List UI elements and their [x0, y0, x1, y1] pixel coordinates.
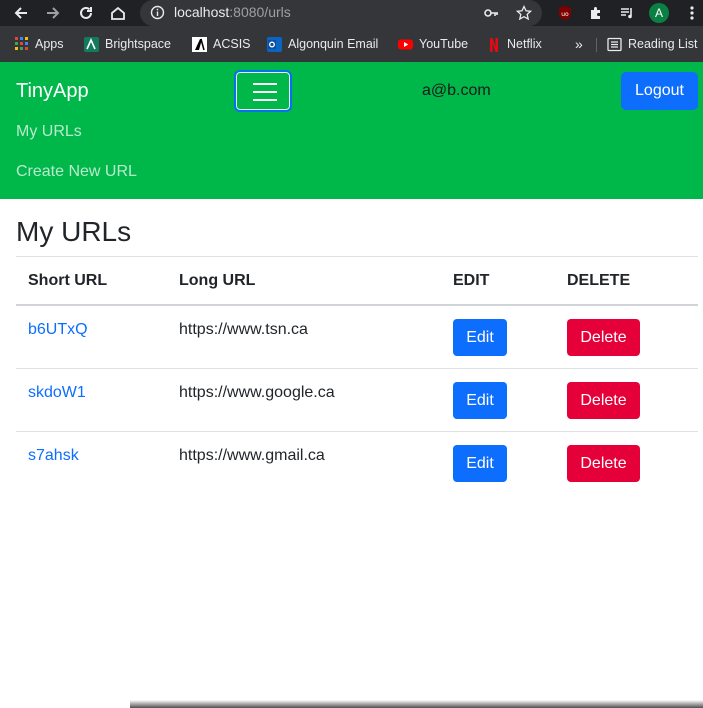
delete-button[interactable]: Delete: [567, 382, 640, 419]
edit-button[interactable]: Edit: [453, 319, 507, 356]
table-row: b6UTxQ https://www.tsn.ca Edit Delete: [16, 306, 698, 369]
nav-link-create-new-url[interactable]: Create New URL: [16, 163, 137, 181]
back-arrow-icon[interactable]: [10, 2, 32, 24]
logout-button[interactable]: Logout: [621, 72, 698, 110]
ublock-icon[interactable]: uo: [554, 2, 576, 24]
key-icon[interactable]: [480, 2, 502, 24]
table-row: s7ahsk https://www.gmail.ca Edit Delete: [16, 432, 698, 495]
long-url-text: https://www.google.ca: [179, 384, 335, 401]
column-header-delete: DELETE: [567, 272, 631, 289]
profile-initial: A: [649, 3, 669, 23]
bookmark-algonquin-email[interactable]: Algonquin Email: [267, 35, 378, 53]
long-url-text: https://www.gmail.ca: [179, 447, 325, 464]
nav-link-my-urls[interactable]: My URLs: [16, 123, 82, 141]
column-header-long-url: Long URL: [179, 272, 256, 289]
bookmark-label: Apps: [35, 37, 64, 51]
bookmarks-divider: [596, 38, 597, 52]
delete-button[interactable]: Delete: [567, 319, 640, 356]
bookmark-netflix[interactable]: Netflix: [486, 35, 542, 53]
svg-text:uo: uo: [561, 11, 569, 18]
forward-arrow-icon[interactable]: [42, 2, 64, 24]
outlook-icon: [267, 36, 282, 52]
url-text: localhost:8080/urls: [174, 4, 291, 20]
page-title: My URLs: [16, 216, 132, 247]
app-navbar: TinyApp a@b.com Logout My URLs Create Ne…: [0, 62, 703, 199]
reload-icon[interactable]: [75, 2, 97, 24]
acsis-icon: [192, 36, 207, 52]
bookmark-label: ACSIS: [213, 37, 251, 51]
url-host: localhost: [174, 4, 230, 20]
bookmark-acsis[interactable]: ACSIS: [192, 35, 251, 53]
home-icon[interactable]: [107, 2, 129, 24]
window-bottom-shadow: [130, 700, 703, 708]
browser-toolbar: localhost:8080/urls uo A: [0, 0, 703, 26]
user-email: a@b.com: [422, 82, 491, 99]
apps-grid-icon: [14, 37, 29, 52]
navbar-toggle-button[interactable]: [234, 70, 292, 112]
kebab-menu-icon[interactable]: [681, 2, 703, 24]
brightspace-icon: [84, 36, 99, 52]
bookmark-label: Netflix: [507, 37, 542, 51]
table-header: Short URL Long URL EDIT DELETE: [16, 256, 698, 306]
bookmark-label: YouTube: [419, 37, 469, 51]
media-queue-icon[interactable]: [616, 2, 638, 24]
bookmark-apps[interactable]: Apps: [14, 35, 64, 53]
address-bar[interactable]: localhost:8080/urls: [140, 0, 542, 26]
reading-list-label: Reading List: [628, 37, 698, 51]
site-info-icon[interactable]: [150, 5, 165, 20]
star-icon[interactable]: [513, 2, 535, 24]
profile-avatar[interactable]: A: [648, 2, 670, 24]
bookmark-label: Algonquin Email: [288, 37, 379, 51]
urls-table: Short URL Long URL EDIT DELETE b6UTxQ ht…: [16, 256, 698, 495]
bookmarks-bar: Apps Brightspace ACSIS Algonquin Email Y…: [0, 26, 703, 62]
edit-button[interactable]: Edit: [453, 382, 507, 419]
extensions-puzzle-icon[interactable]: [585, 2, 607, 24]
hamburger-icon: [253, 83, 277, 85]
url-path: :8080/urls: [229, 4, 291, 20]
brand-logo[interactable]: TinyApp: [16, 80, 89, 103]
bookmark-label: Brightspace: [105, 37, 172, 51]
bookmark-youtube[interactable]: YouTube: [398, 35, 468, 53]
bookmark-brightspace[interactable]: Brightspace: [84, 35, 171, 53]
youtube-icon: [398, 37, 413, 52]
reading-list-icon: [607, 37, 622, 52]
netflix-icon: [486, 37, 501, 52]
column-header-short-url: Short URL: [28, 272, 108, 289]
delete-button[interactable]: Delete: [567, 445, 640, 482]
short-url-link[interactable]: skdoW1: [28, 384, 86, 402]
long-url-text: https://www.tsn.ca: [179, 321, 308, 338]
table-row: skdoW1 https://www.google.ca Edit Delete: [16, 369, 698, 432]
edit-button[interactable]: Edit: [453, 445, 507, 482]
column-header-edit: EDIT: [453, 272, 490, 289]
short-url-link[interactable]: s7ahsk: [28, 447, 79, 465]
reading-list-button[interactable]: Reading List: [607, 35, 698, 53]
bookmarks-overflow-button[interactable]: »: [575, 35, 583, 53]
short-url-link[interactable]: b6UTxQ: [28, 321, 88, 339]
